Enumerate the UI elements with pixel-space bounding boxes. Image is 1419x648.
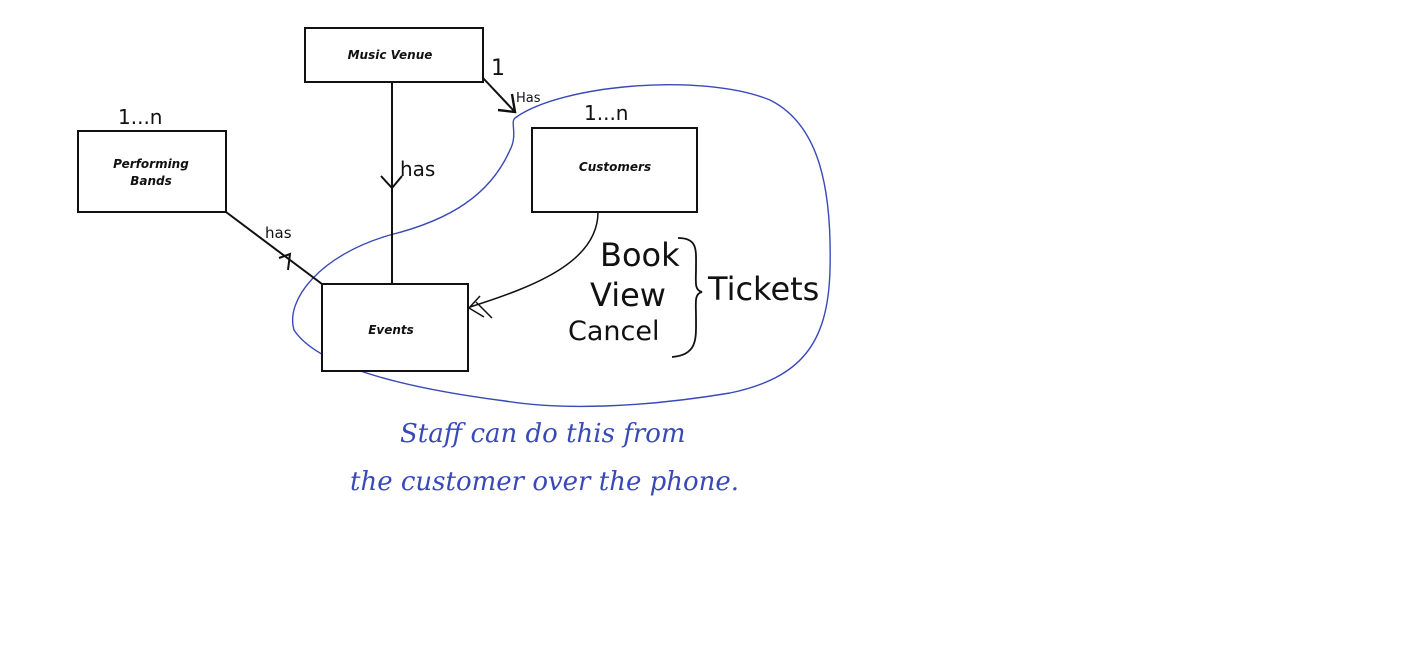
performing-bands-box: [77, 130, 227, 213]
venue-customers-connector: [482, 77, 516, 113]
venue-events-relation-label: has: [400, 157, 435, 181]
bands-events-relation-label: has: [265, 224, 292, 242]
events-label: Events: [368, 323, 414, 337]
diagram-canvas: Music Venue Performing Bands Customers E…: [0, 0, 1419, 648]
bands-events-arrowhead: [278, 252, 292, 271]
venue-multiplicity: 1: [491, 56, 505, 81]
ticket-action-view: View: [590, 276, 666, 314]
bands-events-connector: [225, 211, 323, 285]
venue-customers-relation-label: Has: [516, 91, 541, 106]
customers-multiplicity: 1...n: [584, 101, 628, 125]
note-line-1: Staff can do this from: [400, 419, 686, 449]
bands-multiplicity: 1...n: [118, 105, 162, 129]
performing-bands-label-1: Performing: [113, 157, 189, 171]
customers-events-connector: [469, 211, 599, 308]
customers-label: Customers: [579, 160, 651, 174]
ticket-action-book: Book: [600, 236, 680, 274]
ticket-action-cancel: Cancel: [568, 316, 659, 347]
performing-bands-label-2: Bands: [130, 174, 172, 188]
er-diagram: Music Venue Performing Bands Customers E…: [77, 27, 831, 497]
note-line-2: the customer over the phone.: [350, 467, 739, 497]
music-venue-label: Music Venue: [348, 48, 433, 62]
tickets-label: Tickets: [707, 270, 819, 308]
